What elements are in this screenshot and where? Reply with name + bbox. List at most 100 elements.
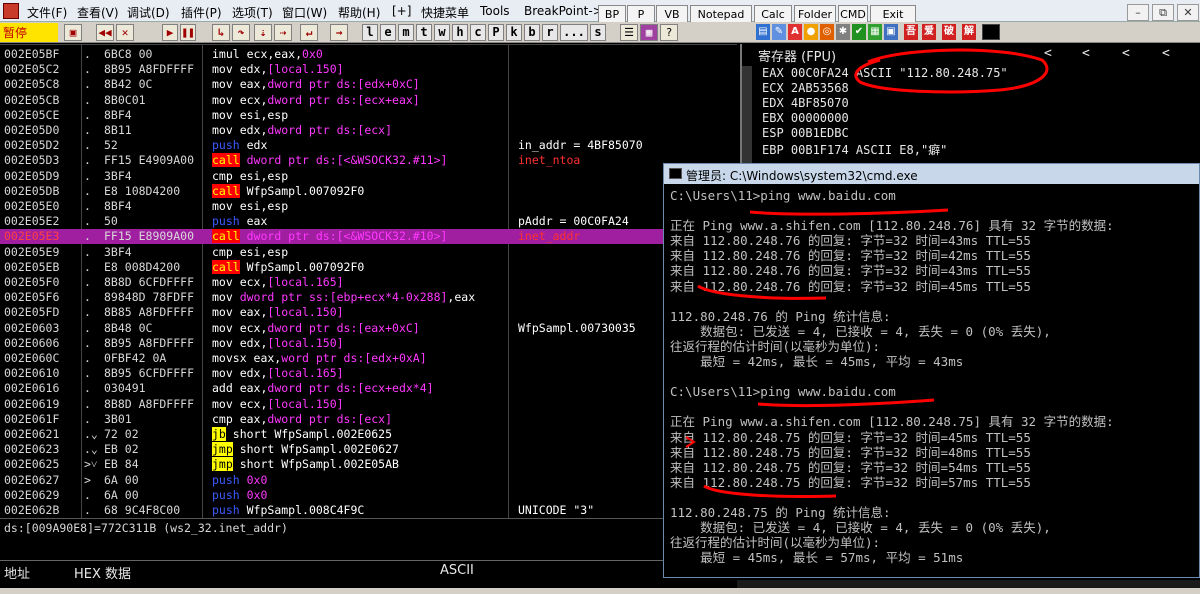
source-button[interactable]: s [590,24,606,41]
disassembly-row[interactable]: 002E05F6. 89848D 78FDFF mov dword ptr ss:[… [0,290,737,305]
menu-file[interactable]: 文件(F) [27,4,67,21]
disassembly-row[interactable]: 002E0603. 8B48 0C mov ecx,dword ptr ds:[ea… [0,321,737,336]
disassembly-row[interactable]: 002E05C8. 8B42 0C mov eax,dword ptr ds:[ed… [0,77,737,92]
disassembly-row-selected[interactable]: 002E05E3. FF15 E8909A00 call dword ptr ds:… [0,229,737,245]
trace-into-icon[interactable]: ⇣ [254,24,272,41]
register-eax[interactable]: EAX 00C0FA24 ASCII "112.80.248.75" [762,66,1008,80]
cmd-output[interactable]: C:\Users\11>ping www.baidu.com 正在 Ping ww… [670,188,1195,565]
goto-icon[interactable]: → [330,24,348,41]
disassembly-row[interactable]: 002E0610. 8B95 6CFDFFFF mov edx,[local.165… [0,366,737,381]
appearance-icon[interactable]: ▦ [640,24,658,41]
help-icon[interactable]: ? [660,24,678,41]
register-nav-left-icon[interactable]: < [1044,46,1052,61]
disassembly-row[interactable]: 002E05D2. 52 push edx in_addr = 4BF85070 [0,138,737,153]
cpu-button[interactable]: c [470,24,486,41]
step-over-icon[interactable]: ↷ [232,24,250,41]
disassembly-pane[interactable]: 002E05BF. 6BC8 00 imul ecx,eax,0x0 002E05C2… [0,44,737,519]
menu-plugins[interactable]: 插件(P) [181,4,222,21]
disassembly-row[interactable]: 002E05C2. 8B95 A8FDFFFF mov edx,[local.150… [0,62,737,77]
references-button[interactable]: r [542,24,558,41]
register-ebx[interactable]: EBX 00000000 [762,111,849,125]
close-file-icon[interactable]: ✕ [116,24,134,41]
plugin-a-icon[interactable]: A [788,24,802,40]
plugin-ai-icon[interactable]: 爱 [922,24,936,40]
register-nav-left-icon[interactable]: < [1162,46,1170,61]
cmd-window[interactable]: 管理员: C:\Windows\system32\cmd.exe C:\User… [663,163,1200,578]
register-ecx[interactable]: ECX 2AB53568 [762,81,849,95]
plugin-po-icon[interactable]: 破 [942,24,956,40]
disassembly-row[interactable]: 002E05D0. 8B11 mov edx,dword ptr ds:[ecx] [0,123,737,138]
disassembly-row[interactable]: 002E0606. 8B95 A8FDFFFF mov edx,[local.150… [0,336,737,351]
plugin-icon-1[interactable]: ▤ [756,24,770,40]
menu-window[interactable]: 窗口(W) [282,4,327,21]
executables-button[interactable]: e [380,24,396,41]
menu-tools[interactable]: Tools [480,4,510,18]
dump-col-ascii[interactable]: ASCII [440,563,474,578]
run-icon[interactable]: ▶ [162,24,178,41]
disassembly-row[interactable]: 002E0619. 8B8D A8FDFFFF mov ecx,[local.150… [0,397,737,412]
disassembly-row[interactable]: 002E05CE. 8BF4 mov esi,esp [0,108,737,123]
menu-plus[interactable]: [+] [392,4,411,18]
menu-help[interactable]: 帮助(H) [338,4,380,21]
disassembly-row[interactable]: 002E05DB. E8 108D4200 call WfpSampl.007092… [0,183,737,199]
open-icon[interactable]: ▣ [64,24,82,41]
menu-view[interactable]: 查看(V) [77,4,119,21]
restore-icon[interactable]: ⧉ [1152,4,1174,21]
menu-shortcuts[interactable]: 快捷菜单 [421,4,469,21]
disassembly-row[interactable]: 002E060C. 0FBF42 0A movsx eax,word ptr ds:… [0,351,737,366]
disassembly-row[interactable]: 002E0625 >˅ EB 84 jmp short WfpSampl.002E05… [0,457,737,472]
plugin-icon-2[interactable]: ✎ [772,24,786,40]
disassembly-row[interactable]: 002E062B. 68 9C4F8C00 push WfpSampl.008C4F… [0,503,737,518]
plugin-grid-icon[interactable]: ▦ [868,24,882,40]
close-icon[interactable]: ✕ [1177,4,1199,21]
disassembly-row[interactable]: 002E05BF. 6BC8 00 imul ecx,eax,0x0 [0,47,737,62]
disassembly-row[interactable]: 002E05E9. 3BF4 cmp esi,esp [0,245,737,260]
register-edx[interactable]: EDX 4BF85070 [762,96,849,110]
trace-over-icon[interactable]: ⇢ [274,24,292,41]
menu-options[interactable]: 选项(T) [232,4,273,21]
pause-icon[interactable]: ❚❚ [180,24,196,41]
disassembly-row[interactable]: 002E0616. 030491 add eax,dword ptr ds:[ecx… [0,381,737,396]
plugin-gear-icon[interactable]: ✱ [836,24,850,40]
patches-button[interactable]: P [488,24,504,41]
call-stack-button[interactable]: k [506,24,522,41]
register-ebp[interactable]: EBP 00B1F174 ASCII E8,"癖" [762,141,947,158]
plugin-window-icon[interactable]: ▣ [884,24,898,40]
rewind-icon[interactable]: ◀◀ [96,24,114,41]
menu-breakpoint[interactable]: BreakPoint-> [524,4,603,18]
register-esp[interactable]: ESP 00B1EDBC [762,126,849,140]
options-icon[interactable]: ☰ [620,24,638,41]
disassembly-row[interactable]: 002E0623 .⌄ EB 02 jmp short WfpSampl.002E06… [0,442,737,457]
log-window-button[interactable]: l [362,24,378,41]
step-into-icon[interactable]: ↳ [212,24,230,41]
disassembly-row[interactable]: 002E0621 .⌄ 72 02 jb short WfpSampl.002E062… [0,427,737,442]
register-scrollbar[interactable] [742,66,752,176]
disassembly-row[interactable]: 002E0629. 6A 00 push 0x0 [0,488,737,503]
breakpoints-button[interactable]: b [524,24,540,41]
plugin-record-icon[interactable]: ● [804,24,818,40]
plugin-blank-icon[interactable] [982,24,1000,40]
disassembly-row[interactable]: 002E05FD. 8B85 A8FDFFFF mov eax,[local.150… [0,305,737,320]
plugin-target-icon[interactable]: ◎ [820,24,834,40]
disassembly-row[interactable]: 002E05E2. 50 push eax pAddr = 00C0FA24 [0,214,737,229]
register-nav-left-icon[interactable]: < [1122,46,1130,61]
disassembly-row[interactable]: 002E061F. 3B01 cmp eax,dword ptr ds:[ecx] [0,412,737,427]
minimize-icon[interactable]: – [1127,4,1149,21]
run-trace-button[interactable]: ... [560,24,588,41]
disassembly-row[interactable]: 002E05F0. 8B8D 6CFDFFFF mov ecx,[local.165… [0,275,737,290]
disassembly-row[interactable]: 002E05D9. 3BF4 cmp esi,esp [0,169,737,184]
cmd-title-bar[interactable]: 管理员: C:\Windows\system32\cmd.exe [664,164,1199,184]
menu-debug[interactable]: 调试(D) [127,4,170,21]
plugin-check-icon[interactable]: ✔ [852,24,866,40]
plugin-jie-icon[interactable]: 解 [962,24,976,40]
execute-till-return-icon[interactable]: ↵ [300,24,318,41]
threads-button[interactable]: t [416,24,432,41]
memory-button[interactable]: m [398,24,414,41]
disassembly-row[interactable]: 002E05EB. E8 008D4200 call WfpSampl.007092… [0,259,737,275]
disassembly-row[interactable]: 002E05CB. 8B0C01 mov ecx,dword ptr ds:[ecx… [0,93,737,108]
disassembly-row[interactable]: 002E05E0. 8BF4 mov esi,esp [0,199,737,214]
handles-button[interactable]: h [452,24,468,41]
windows-button[interactable]: w [434,24,450,41]
disassembly-row[interactable]: 002E0627 >6A 00 push 0x0 [0,473,737,488]
register-nav-left-icon[interactable]: < [1082,46,1090,61]
